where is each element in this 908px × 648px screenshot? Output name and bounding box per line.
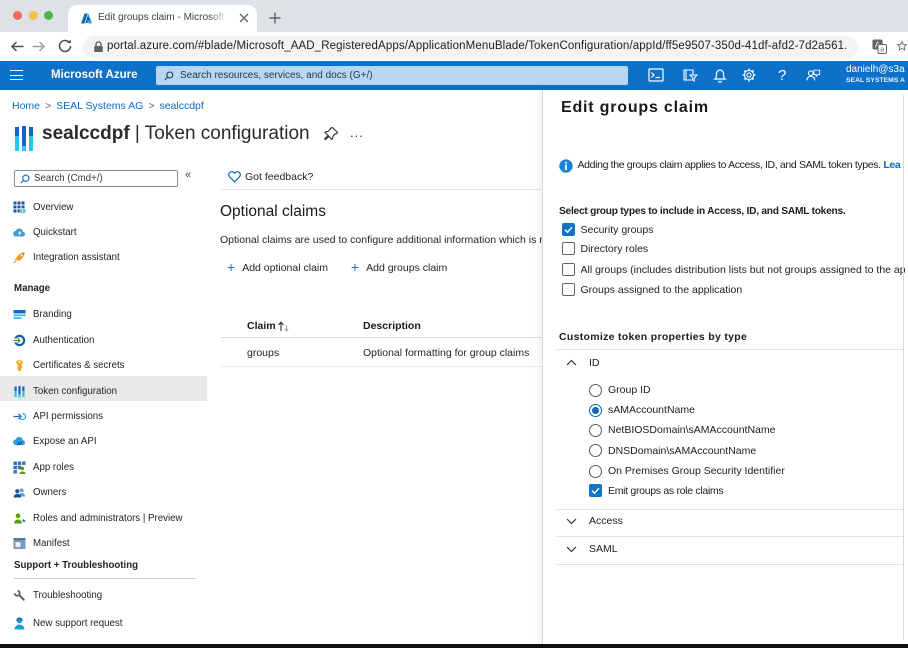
- svg-text:a: a: [880, 47, 884, 54]
